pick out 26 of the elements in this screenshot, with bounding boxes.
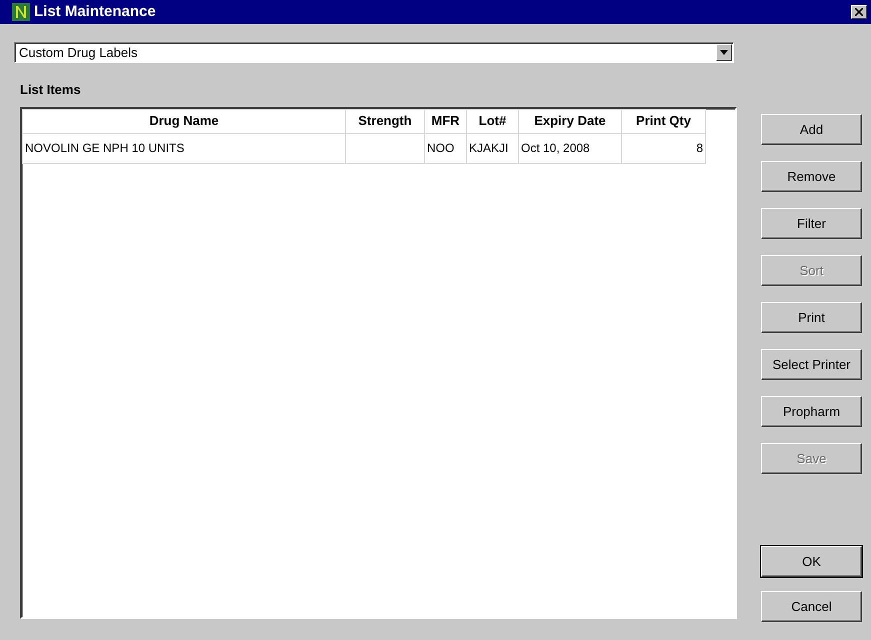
table-cell: Oct 10, 2008 <box>518 133 622 163</box>
window-title: List Maintenance <box>34 2 156 22</box>
column-header[interactable]: Print Qty <box>622 109 706 133</box>
action-button[interactable]: Filter <box>761 208 862 239</box>
table-cell: NOVOLIN GE NPH 10 UNITS <box>22 133 346 163</box>
action-button[interactable]: Remove <box>761 161 862 192</box>
table-cell: 8 <box>622 133 706 163</box>
action-button[interactable]: Propharm <box>761 396 862 427</box>
action-button[interactable]: Print <box>761 302 862 333</box>
dialog-button[interactable]: OK <box>761 546 862 577</box>
close-button[interactable] <box>851 5 867 19</box>
close-icon <box>855 8 863 16</box>
dialog-button[interactable]: Cancel <box>761 591 862 622</box>
column-header[interactable]: Lot# <box>466 109 518 133</box>
table-cell: KJAKJI <box>466 133 518 163</box>
list-dropdown[interactable]: Custom Drug Labels <box>14 42 734 63</box>
table-cell: NOO <box>424 133 466 163</box>
column-header[interactable]: Expiry Date <box>518 109 622 133</box>
app-icon <box>12 3 30 21</box>
action-button[interactable]: Select Printer <box>761 349 862 380</box>
column-header[interactable]: MFR <box>424 109 466 133</box>
column-header[interactable]: Drug Name <box>22 109 346 133</box>
action-button[interactable]: Add <box>761 114 862 145</box>
dropdown-arrow-icon <box>720 50 728 55</box>
section-label: List Items <box>20 81 82 99</box>
column-header[interactable]: Strength <box>346 109 424 133</box>
